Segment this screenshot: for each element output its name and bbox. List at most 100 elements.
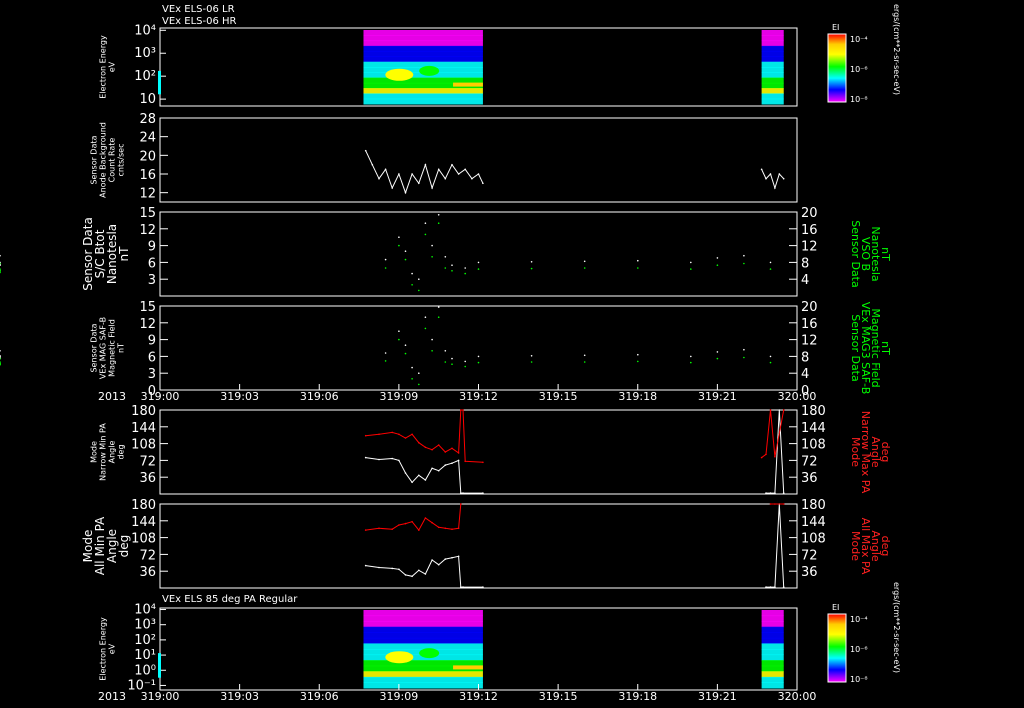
all-pa-series-1-point-12 [457,527,460,530]
background-count-series-0-point-10 [431,187,433,189]
mag-sc-bfield-series-0-point-10 [424,222,427,224]
energy-spectrogram-top-spectrum-cell-0-1 [363,35,483,42]
energy-spectrogram-top-ytick-label-1: 10² [134,69,156,84]
narrow-pa-ytick-label-3: 144 [131,421,156,436]
all-pa-series-1-point-10 [444,527,447,530]
header-line2: VEx ELS-06 HR [162,16,237,27]
mag-saf-bfield-series-0-point-5 [384,352,387,354]
energy-spectrogram-85pa-spectrum-cell-0-13 [363,682,483,689]
mag-sc-bfield-ytick-right-label-3: 16 [801,223,818,238]
energy-spectrogram-top-edge-bar [158,70,161,95]
mag-saf-bfield-series-1-point-20 [690,361,692,364]
mag-saf-bfield-series-0-point-14 [451,357,453,360]
mag-sc-bfield-series-1-point-17 [530,267,533,270]
narrow-pa-ytick-right-label-1: 72 [801,454,818,469]
energy-spectrogram-85pa-ytick-label-2: 10¹ [134,648,156,663]
background-count-ylabel-line-1: Anode Background [99,122,108,198]
all-pa-ytick-label-4: 180 [131,498,156,513]
mag-sc-bfield-series-1-point-11 [431,255,433,258]
mag-saf-bfield-series-1-point-4 [0,361,1,363]
mag-sc-bfield-ytick-right-label-4: 20 [801,206,818,221]
all-pa-series-0-point-2 [391,567,394,570]
mag-saf-bfield-series-0-point-10 [424,316,427,319]
mag-sc-bfield-ylabel-right-line-3: nT [879,247,892,261]
mag-saf-bfield-ytick-right-label-4: 16 [801,317,818,332]
narrow-pa-ytick-right-label-0: 36 [801,471,818,486]
narrow-pa-series-0-line [365,409,785,494]
mag-sc-bfield-series-0-point-22 [743,254,745,257]
mag-saf-bfield-series-0-point-8 [411,366,413,369]
energy-spectrogram-85pa-spectrum-cell-0-6 [363,643,483,650]
mag-saf-bfield-xtick-label-4: 319:12 [459,390,498,403]
mag-sc-bfield-series-0-point-20 [690,261,692,264]
mag-saf-bfield-series-0-point-13 [444,350,447,352]
energy-spectrogram-85pa-xtick-label-6: 319:18 [618,690,657,703]
energy-spectrogram-top-spectrum-cell-1-8 [761,72,784,79]
narrow-pa-series-0-point-8 [431,467,433,470]
mag-sc-bfield-ytick-right-label-1: 8 [801,256,809,271]
background-count-series-0-point-2 [378,177,380,180]
colorbar-bottom: EI 10⁻⁴ 10⁻⁶ 10⁻⁸ ergs/(cm**2-sr-sec-eV) [827,582,901,684]
all-pa-ytick-label-2: 108 [131,532,156,547]
narrow-pa-series-0-point-2 [391,457,394,460]
narrow-pa-series-1-point-14 [462,409,464,411]
mag-saf-bfield-ylabel-right-line-3: nT [879,341,892,355]
energy-spectrogram-85pa-edge-bar [158,653,161,678]
energy-spectrogram-top-spectrum-cell-0-4 [363,51,483,57]
all-pa-series-1-point-15 [774,503,776,505]
all-pa-series-1-line [365,503,784,532]
energy-spectrogram-85pa-spectrum-cell-1-6 [761,643,784,650]
energy-spectrogram-85pa-xtick-prefix: 2013 [98,690,126,703]
mag-saf-bfield-series-1-point-23 [769,361,772,364]
mag-saf-bfield-series-1-point-12 [437,316,440,319]
energy-spectrogram-85pa-spectrum-cell-0-2 [363,621,483,628]
mag-sc-bfield-ytick-right-label-2: 12 [801,240,818,255]
background-count-series-0-point-4 [391,187,394,189]
energy-spectrogram-85pa-hotspot-c [453,665,483,670]
all-pa-series-0-point-8 [431,559,433,561]
energy-spectrogram-top-ylabel-line-0: Electron Energy [99,35,108,99]
mag-sc-bfield-series-1-point-9 [418,289,420,292]
energy-spectrogram-85pa-ylabel-line-1: eV [108,643,117,654]
energy-spectrogram-85pa-spectrum-cell-1-7 [761,649,784,656]
colorbar-bottom-tick-2: 10⁻⁸ [850,675,868,684]
energy-spectrogram-top-spectrum-cell-1-2 [761,40,784,47]
mag-sc-bfield-series-0-point-9 [418,278,420,281]
all-pa-series-0-point-9 [437,563,440,566]
energy-spectrogram-85pa-spectrum-cell-1-13 [761,682,784,689]
mag-saf-bfield-ylabel-line-1: VEx MAG SAF-B [99,317,108,379]
all-pa-series-1-point-8 [431,521,433,524]
energy-spectrogram-top-spectrum-cell-0-9 [363,77,483,84]
narrow-pa-ylabel-right-line-3: deg [879,442,892,463]
all-pa-series-0-point-0 [364,564,367,567]
mag-sc-bfield-series-1-point-22 [743,262,745,265]
energy-spectrogram-85pa-spectrum-cell-0-4 [363,632,483,639]
mag-sc-bfield-series-1-point-7 [404,258,407,261]
background-count-series-0-point-15 [464,168,467,171]
mag-saf-bfield-xtick-label-6: 319:18 [618,390,657,403]
narrow-pa-series-0-point-3 [398,459,400,462]
mag-sc-bfield-series-1-point-21 [716,264,719,267]
background-count-series-0-point-14 [457,173,460,175]
all-pa-series-0-point-5 [411,575,413,578]
mag-sc-bfield-ytick-label-0: 3 [148,273,156,288]
mag-saf-bfield-series-1-point-14 [451,363,453,366]
all-pa-series-1-point-11 [451,528,453,530]
all-pa-ytick-label-1: 72 [139,548,156,563]
energy-spectrogram-top-spectrum-cell-0-12 [363,93,483,100]
narrow-pa-ytick-label-0: 36 [139,471,156,486]
all-pa-ytick-label-3: 144 [131,515,156,530]
narrow-pa-ytick-label-1: 72 [139,454,156,469]
mag-saf-bfield-ytick-right-label-2: 8 [801,350,809,365]
all-pa-series-1-point-3 [398,524,400,526]
background-count-ytick-label-1: 16 [139,168,156,183]
all-pa-series-1-point-6 [418,529,420,531]
mag-saf-bfield-series-1-point-7 [404,352,407,355]
mag-sc-bfield-series-1-point-20 [690,268,692,270]
narrow-pa-series-0-point-9 [437,469,440,472]
mag-saf-bfield-series-1-point-15 [464,365,467,368]
mag-saf-bfield-series-1-point-5 [384,360,387,362]
all-pa-series-0-point-4 [404,574,407,576]
mag-saf-bfield-ytick-label-5: 15 [139,300,156,315]
narrow-pa-series-0-point-16 [765,492,767,494]
